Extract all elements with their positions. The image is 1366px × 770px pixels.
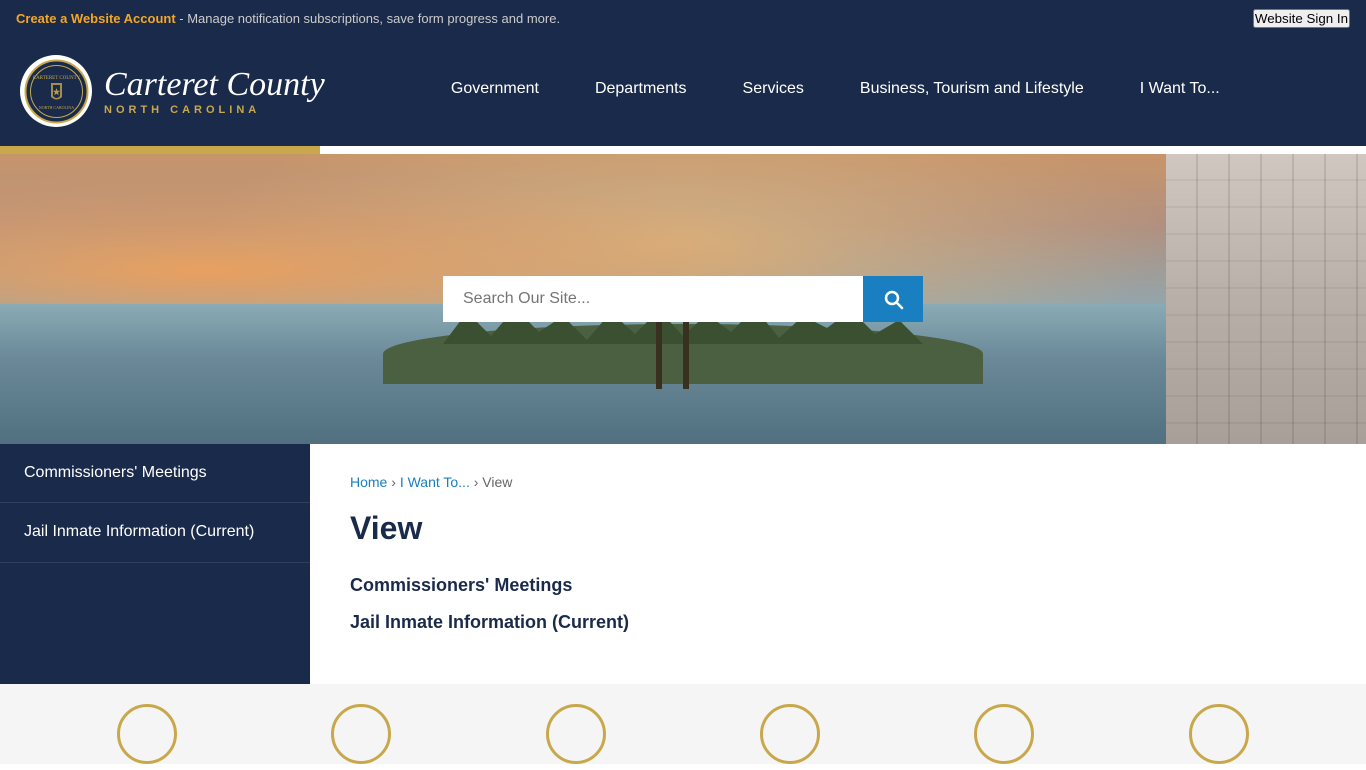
breadcrumb-iwantto[interactable]: I Want To... <box>400 474 470 490</box>
breadcrumb-current: View <box>482 474 512 490</box>
pier-post-1 <box>656 319 662 389</box>
circle-4 <box>760 704 820 764</box>
site-header: CARTERET COUNTY NORTH CAROLINA Carteret … <box>0 36 1366 146</box>
circle-6 <box>1189 704 1249 764</box>
circle-item-1[interactable] <box>117 704 177 770</box>
circle-item-4[interactable] <box>760 704 820 770</box>
breadcrumb: Home › I Want To... › View <box>350 474 1326 490</box>
breadcrumb-sep2: › <box>470 474 482 490</box>
bottom-circles-section <box>0 684 1366 764</box>
sidebar-item-jail[interactable]: Jail Inmate Information (Current) <box>0 503 310 562</box>
search-icon <box>881 287 905 311</box>
circle-item-2[interactable] <box>331 704 391 770</box>
hero-building <box>1166 154 1366 444</box>
search-bar <box>443 276 923 322</box>
site-logo[interactable]: CARTERET COUNTY NORTH CAROLINA Carteret … <box>20 55 325 127</box>
nav-services[interactable]: Services <box>715 36 832 146</box>
svg-text:NORTH CAROLINA: NORTH CAROLINA <box>38 105 73 110</box>
nav-government[interactable]: Government <box>423 36 567 146</box>
breadcrumb-home[interactable]: Home <box>350 474 387 490</box>
gold-accent-bar <box>0 146 320 154</box>
signin-button[interactable]: Website Sign In <box>1253 9 1350 28</box>
circle-3 <box>546 704 606 764</box>
county-name-main: Carteret County <box>104 66 325 103</box>
top-bar: Create a Website Account - Manage notifi… <box>0 0 1366 36</box>
nav-business[interactable]: Business, Tourism and Lifestyle <box>832 36 1112 146</box>
page-title: View <box>350 510 1326 547</box>
circle-2 <box>331 704 391 764</box>
circle-item-6[interactable] <box>1189 704 1249 770</box>
hero-section <box>0 154 1366 444</box>
jail-inmate-link[interactable]: Jail Inmate Information (Current) <box>350 612 1326 633</box>
circle-1 <box>117 704 177 764</box>
search-input[interactable] <box>443 276 863 322</box>
main-nav: Government Departments Services Business… <box>325 36 1346 146</box>
top-bar-description: - Manage notification subscriptions, sav… <box>176 11 560 26</box>
logo-text: Carteret County NORTH CAROLINA <box>104 66 325 115</box>
circle-5 <box>974 704 1034 764</box>
create-account-link[interactable]: Create a Website Account <box>16 11 176 26</box>
circle-item-3[interactable] <box>546 704 606 770</box>
top-bar-right: Website Sign In <box>1253 9 1350 28</box>
circle-item-5[interactable] <box>974 704 1034 770</box>
nav-departments[interactable]: Departments <box>567 36 715 146</box>
content-wrapper: Commissioners' Meetings Jail Inmate Info… <box>0 444 1366 684</box>
search-button[interactable] <box>863 276 923 322</box>
county-seal: CARTERET COUNTY NORTH CAROLINA <box>20 55 92 127</box>
sidebar: Commissioners' Meetings Jail Inmate Info… <box>0 444 310 684</box>
breadcrumb-sep1: › <box>387 474 399 490</box>
main-content: Home › I Want To... › View View Commissi… <box>310 444 1366 684</box>
svg-text:CARTERET COUNTY: CARTERET COUNTY <box>32 76 80 81</box>
nav-iwantto[interactable]: I Want To... <box>1112 36 1248 146</box>
sidebar-item-commissioners[interactable]: Commissioners' Meetings <box>0 444 310 503</box>
commissioners-meetings-link[interactable]: Commissioners' Meetings <box>350 575 1326 596</box>
top-bar-message: Create a Website Account - Manage notifi… <box>16 11 560 26</box>
county-name-sub: NORTH CAROLINA <box>104 104 325 116</box>
